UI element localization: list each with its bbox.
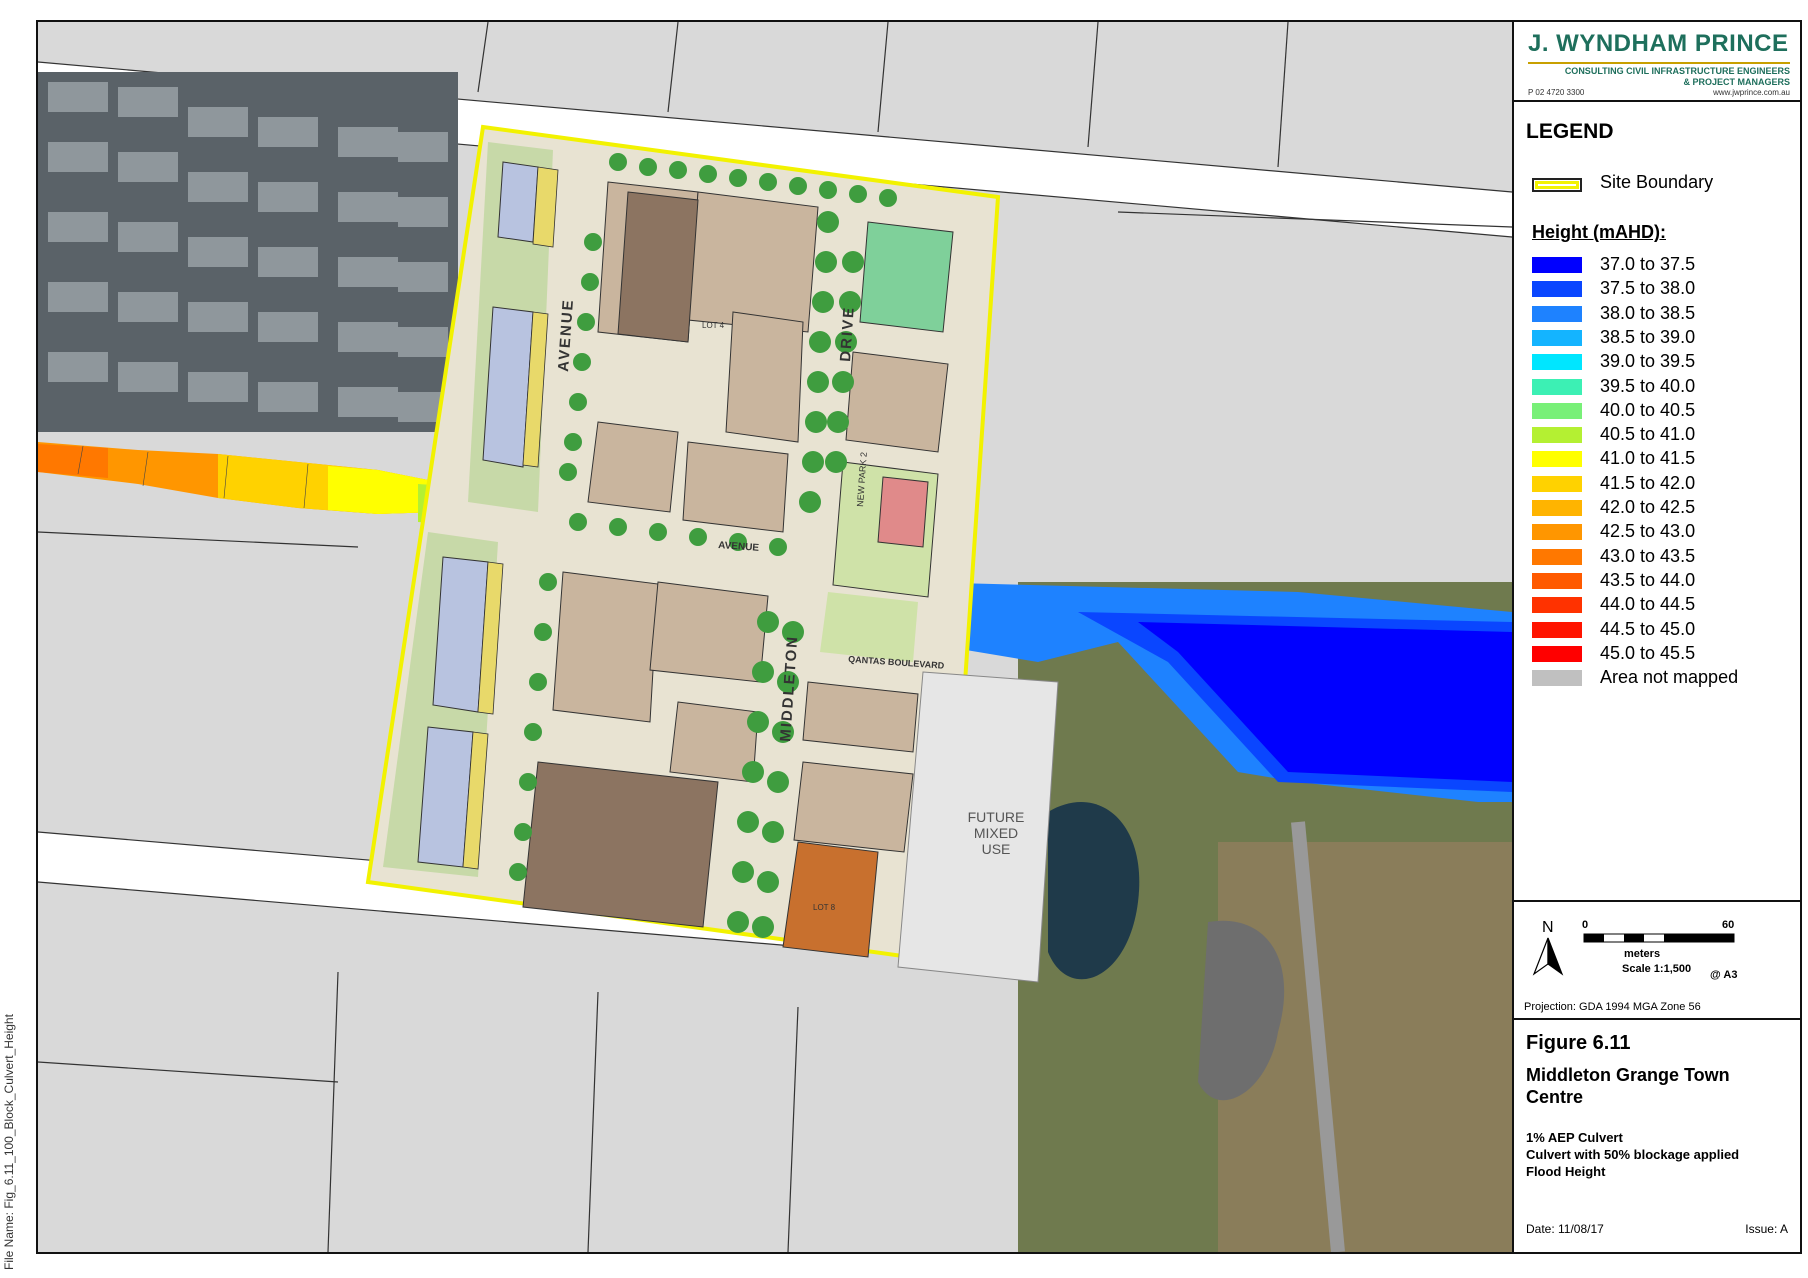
legend-label: 40.0 to 40.5 [1600,399,1696,420]
legend-swatch [1532,475,1582,492]
logo-subtitle-1: CONSULTING CIVIL INFRASTRUCTURE ENGINEER… [1564,66,1790,76]
legend-swatch [1532,354,1582,371]
legend-swatch [1532,402,1582,419]
figure-line-3: Flood Height [1526,1164,1606,1179]
legend-label: 38.0 to 38.5 [1600,302,1696,323]
scale-tick-0: 0 [1582,919,1588,931]
legend-swatch [1532,281,1582,298]
figure-number: Figure 6.11 [1526,1032,1631,1054]
label-future-2: MIXED [974,825,1018,841]
scale-tick-60: 60 [1722,919,1734,931]
legend-label: 38.5 to 39.0 [1600,326,1696,347]
scale-graphic: N 0 60 meters Scale 1:1,500 @ A3 Project… [1524,919,1737,1013]
legend-swatch [1532,305,1582,322]
figure-date: Date: 11/08/17 [1526,1222,1604,1236]
projection-text: Projection: GDA 1994 MGA Zone 56 [1524,1001,1701,1013]
legend-swatch [1532,572,1582,589]
figure-line-1: 1% AEP Culvert [1526,1130,1623,1145]
legend-swatch [1532,500,1582,516]
legend-label: 41.0 to 41.5 [1600,448,1696,469]
legend-label: Area not mapped [1600,667,1739,688]
legend-swatch [1532,621,1582,638]
scale-units: meters [1624,948,1660,960]
legend-label: 41.5 to 42.0 [1600,472,1696,493]
legend-label: 39.0 to 39.5 [1600,351,1696,372]
map-view[interactable]: AVENUE DRIVE MIDDLETON AVENUE QANTAS BOU… [38,22,1512,1252]
legend-label: 42.0 to 42.5 [1600,497,1696,517]
legend-label: 37.0 to 37.5 [1600,254,1696,274]
figure-issue: Issue: A [1745,1222,1788,1236]
legend-swatch [1532,548,1582,565]
legend-swatch [1532,427,1582,444]
logo-website: www.jwprince.com.au [1713,88,1790,97]
figure-info: Figure 6.11 Middleton Grange Town Centre… [1514,1020,1800,1252]
legend-label: 43.5 to 44.0 [1600,569,1696,590]
map-canvas: AVENUE DRIVE MIDDLETON AVENUE QANTAS BOU… [38,22,1512,1252]
legend-label: 39.5 to 40.0 [1600,375,1696,396]
company-logo: J. WYNDHAM PRINCE CONSULTING CIVIL INFRA… [1514,22,1800,102]
legend-swatch [1532,670,1582,687]
label-future-1: FUTURE [968,809,1025,825]
site-boundary-label: Site Boundary [1600,172,1714,192]
logo-title: J. WYNDHAM PRINCE [1528,30,1789,57]
legend-label: 43.0 to 43.5 [1600,545,1696,566]
legend-swatch [1532,524,1582,541]
legend-swatch [1532,597,1582,614]
scale-block: N 0 60 meters Scale 1:1,500 @ A3 Project… [1514,902,1800,1020]
height-title: Height (mAHD): [1532,222,1666,242]
label-lot-4: LOT 4 [702,321,725,330]
legend-swatch [1532,451,1582,468]
legend-swatch [1532,329,1582,346]
logo-subtitle-2: & PROJECT MANAGERS [1683,77,1790,87]
label-future-3: USE [982,841,1011,857]
info-panel: J. WYNDHAM PRINCE CONSULTING CIVIL INFRA… [1512,22,1800,1252]
legend-label: 45.0 to 45.5 [1600,642,1696,663]
legend-label: 42.5 to 43.0 [1600,521,1696,542]
legend-label: 40.5 to 41.0 [1600,424,1696,445]
north-arrow-icon [1532,937,1549,976]
scale-text: Scale 1:1,500 [1622,963,1691,975]
site-boundary-swatch [1532,178,1582,192]
figure-frame: AVENUE DRIVE MIDDLETON AVENUE QANTAS BOU… [36,20,1802,1254]
logo-divider [1528,62,1790,64]
legend-label: 44.0 to 44.5 [1600,594,1696,615]
lot-8-building [782,841,879,958]
legend-swatch [1532,645,1582,662]
figure-title: Middleton Grange Town Centre [1526,1065,1730,1107]
file-name-label: File Name: Fig_6.11_100_Block_Culvert_He… [2,1014,16,1270]
legend-label: 44.5 to 45.0 [1600,618,1696,639]
legend-swatch [1532,378,1582,395]
scale-paper: @ A3 [1710,969,1737,981]
legend-title: LEGEND [1526,120,1614,143]
logo-phone: P 02 4720 3300 [1528,88,1585,97]
north-letter: N [1542,919,1554,936]
label-lot-8: LOT 8 [813,903,836,912]
figure-line-2: Culvert with 50% blockage applied [1526,1147,1740,1162]
legend-swatch [1532,257,1582,273]
legend-label: 37.5 to 38.0 [1600,278,1696,299]
legend: LEGEND Site Boundary Height (mAHD): 37.0… [1514,102,1800,902]
